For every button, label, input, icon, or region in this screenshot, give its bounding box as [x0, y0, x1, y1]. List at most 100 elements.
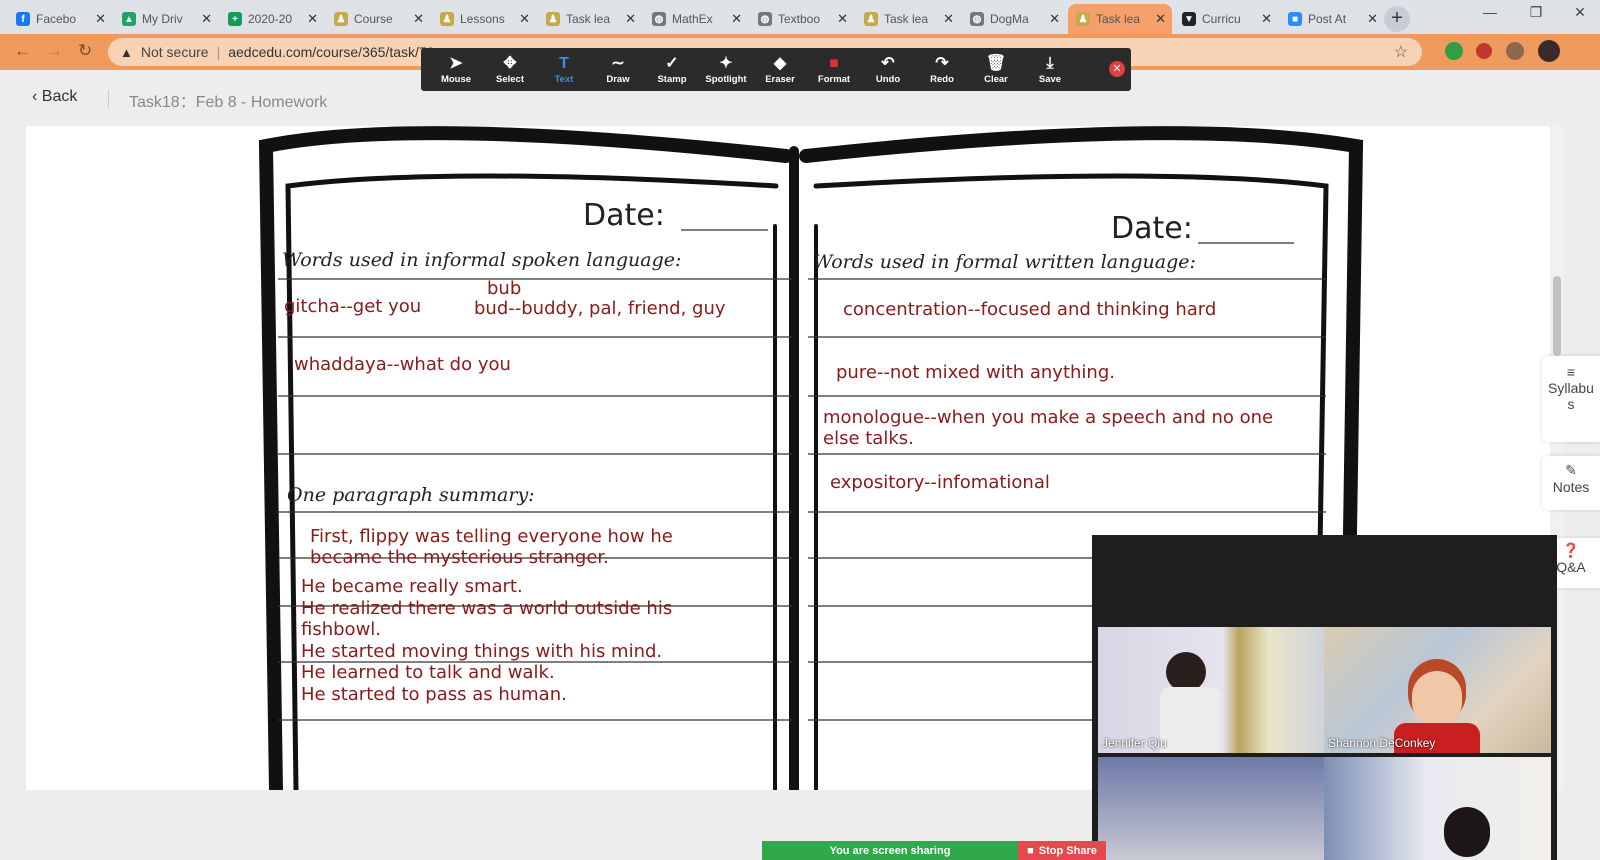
- formal-word: concentration--focused and thinking hard: [843, 299, 1217, 320]
- participant-head: [1412, 671, 1462, 727]
- browser-tab[interactable]: ♟ Course ✕: [326, 4, 430, 34]
- video-tile[interactable]: [1098, 757, 1325, 860]
- stop-share-button[interactable]: ■ Stop Share: [1018, 841, 1106, 860]
- browser-tab[interactable]: ◍ DogMa ✕: [962, 4, 1066, 34]
- formal-word: else talks.: [823, 428, 914, 449]
- syllabus-label-cont: s: [1567, 396, 1575, 412]
- close-tab-icon[interactable]: ✕: [307, 11, 318, 27]
- annotate-tool-clear[interactable]: 🗑 Clear: [969, 54, 1023, 85]
- undo-icon: ↶: [881, 55, 895, 72]
- summary-line: He learned to talk and walk.: [301, 662, 555, 683]
- back-link[interactable]: ‹ Back: [32, 88, 77, 106]
- browser-tab[interactable]: ▲ My Driv ✕: [114, 4, 218, 34]
- formal-heading: Words used in formal written language:: [813, 251, 1196, 273]
- annotate-tool-label: Draw: [606, 74, 630, 85]
- ublock-icon[interactable]: [1476, 43, 1492, 59]
- bookmark-star-icon[interactable]: ☆: [1394, 42, 1408, 62]
- browser-tab[interactable]: ♟ Task lea ✕: [856, 4, 960, 34]
- close-window-button[interactable]: ✕: [1560, 4, 1600, 21]
- annotate-tool-stamp[interactable]: ✓ Stamp: [645, 54, 699, 85]
- back-nav-icon[interactable]: ←: [14, 41, 31, 61]
- profile-avatar[interactable]: [1538, 40, 1560, 62]
- tab-favicon-icon: ♟: [864, 12, 878, 26]
- restore-button[interactable]: ❐: [1516, 4, 1556, 21]
- annotation-tools: ➤ Mouse ✥ Select T Text ∼ Draw ✓ Stamp ✦ Spotlight ◆…: [429, 54, 1077, 85]
- new-tab-button[interactable]: +: [1384, 6, 1410, 32]
- close-tab-icon[interactable]: ✕: [943, 11, 954, 27]
- warning-icon: ▲: [120, 44, 133, 60]
- tab-title: Task lea: [1096, 12, 1141, 26]
- informal-word: gitcha--get you: [284, 296, 422, 317]
- close-tab-icon[interactable]: ✕: [519, 11, 530, 27]
- close-tab-icon[interactable]: ✕: [837, 11, 848, 27]
- browser-tab[interactable]: ♟ Task lea ✕: [1068, 4, 1172, 34]
- close-tab-icon[interactable]: ✕: [1367, 11, 1378, 27]
- close-tab-icon[interactable]: ✕: [1049, 11, 1060, 27]
- video-tile[interactable]: Shannon DeConkey: [1324, 627, 1551, 753]
- summary-line: First, flippy was telling everyone how h…: [310, 526, 673, 547]
- browser-tab[interactable]: f Facebo ✕: [8, 4, 112, 34]
- informal-heading: Words used in informal spoken language:: [282, 249, 682, 271]
- annotate-tool-redo[interactable]: ↷ Redo: [915, 54, 969, 85]
- tab-favicon-icon: ♟: [546, 12, 560, 26]
- annotate-tool-label: Undo: [875, 74, 901, 85]
- browser-tab[interactable]: ♟ Lessons ✕: [432, 4, 536, 34]
- annotate-tool-format[interactable]: ■ Format: [807, 54, 861, 85]
- stop-share-label: Stop Share: [1038, 844, 1097, 857]
- zoom-video-panel: Jennifer Qiu Shannon DeConkey: [1092, 535, 1557, 860]
- redo-icon: ↷: [935, 55, 949, 72]
- annotate-tool-draw[interactable]: ∼ Draw: [591, 54, 645, 85]
- annotate-tool-save[interactable]: ⤓ Save: [1023, 54, 1077, 85]
- annotate-tool-eraser[interactable]: ◆ Eraser: [753, 54, 807, 85]
- annotate-tool-undo[interactable]: ↶ Undo: [861, 54, 915, 85]
- informal-word: whaddaya--what do you: [294, 354, 511, 375]
- video-tile[interactable]: Jennifer Qiu: [1098, 627, 1325, 753]
- video-tile[interactable]: [1324, 757, 1551, 860]
- not-secure-label: Not secure: [140, 44, 209, 60]
- summary-line: fishbowl.: [301, 619, 382, 640]
- browser-tab[interactable]: ◍ Textboo ✕: [750, 4, 854, 34]
- browser-tab[interactable]: ▼ Curricu ✕: [1174, 4, 1278, 34]
- close-tab-icon[interactable]: ✕: [625, 11, 636, 27]
- screen-share-bar: You are screen sharing ■ Stop Share: [762, 841, 1106, 860]
- tab-title: 2020-20: [248, 12, 293, 26]
- close-tab-icon[interactable]: ✕: [95, 11, 106, 27]
- close-tab-icon[interactable]: ✕: [1261, 11, 1272, 27]
- summary-heading: One paragraph summary:: [287, 484, 535, 506]
- annotate-tool-label: Save: [1038, 74, 1062, 85]
- browser-tab[interactable]: ◍ MathEx ✕: [644, 4, 748, 34]
- puzzle-extension-icon[interactable]: [1506, 42, 1524, 60]
- scrollbar-thumb[interactable]: [1553, 276, 1561, 356]
- participant-head: [1166, 652, 1206, 692]
- notes-panel-button[interactable]: ✎ Notes: [1542, 456, 1600, 510]
- forward-nav-icon[interactable]: →: [46, 41, 63, 61]
- browser-tab[interactable]: ♟ Task lea ✕: [538, 4, 642, 34]
- annotate-tool-spotlight[interactable]: ✦ Spotlight: [699, 54, 753, 85]
- annotate-tool-mouse[interactable]: ➤ Mouse: [429, 54, 483, 85]
- syllabus-label: Syllabu: [1548, 380, 1594, 396]
- minimize-button[interactable]: —: [1470, 4, 1510, 20]
- annotate-tool-select[interactable]: ✥ Select: [483, 54, 537, 85]
- syllabus-panel-button[interactable]: ≡ Syllabu s: [1542, 356, 1600, 442]
- text-icon: T: [559, 55, 569, 72]
- tab-title: Lessons: [460, 12, 505, 26]
- save-icon: ⤓: [1046, 55, 1054, 72]
- menu-icon: ≡: [1566, 364, 1576, 380]
- summary-line: He became really smart.: [301, 576, 523, 597]
- close-tab-icon[interactable]: ✕: [1155, 11, 1166, 27]
- stop-icon: ■: [1027, 844, 1034, 857]
- annotate-tool-label: Mouse: [440, 74, 472, 85]
- browser-tab[interactable]: +2020-20 ✕: [220, 4, 324, 34]
- reload-icon[interactable]: ↻: [78, 41, 92, 61]
- close-tab-icon[interactable]: ✕: [201, 11, 212, 27]
- participant-head: [1444, 807, 1490, 857]
- tab-title: DogMa: [990, 12, 1029, 26]
- format-icon: ■: [829, 55, 839, 72]
- browser-tab[interactable]: ■ Post At ✕: [1280, 4, 1384, 34]
- close-annotation-icon[interactable]: ✕: [1109, 61, 1125, 77]
- close-tab-icon[interactable]: ✕: [731, 11, 742, 27]
- extension-icon[interactable]: [1445, 42, 1463, 60]
- close-tab-icon[interactable]: ✕: [413, 11, 424, 27]
- annotate-tool-text[interactable]: T Text: [537, 54, 591, 85]
- tab-favicon-icon: ■: [1288, 12, 1302, 26]
